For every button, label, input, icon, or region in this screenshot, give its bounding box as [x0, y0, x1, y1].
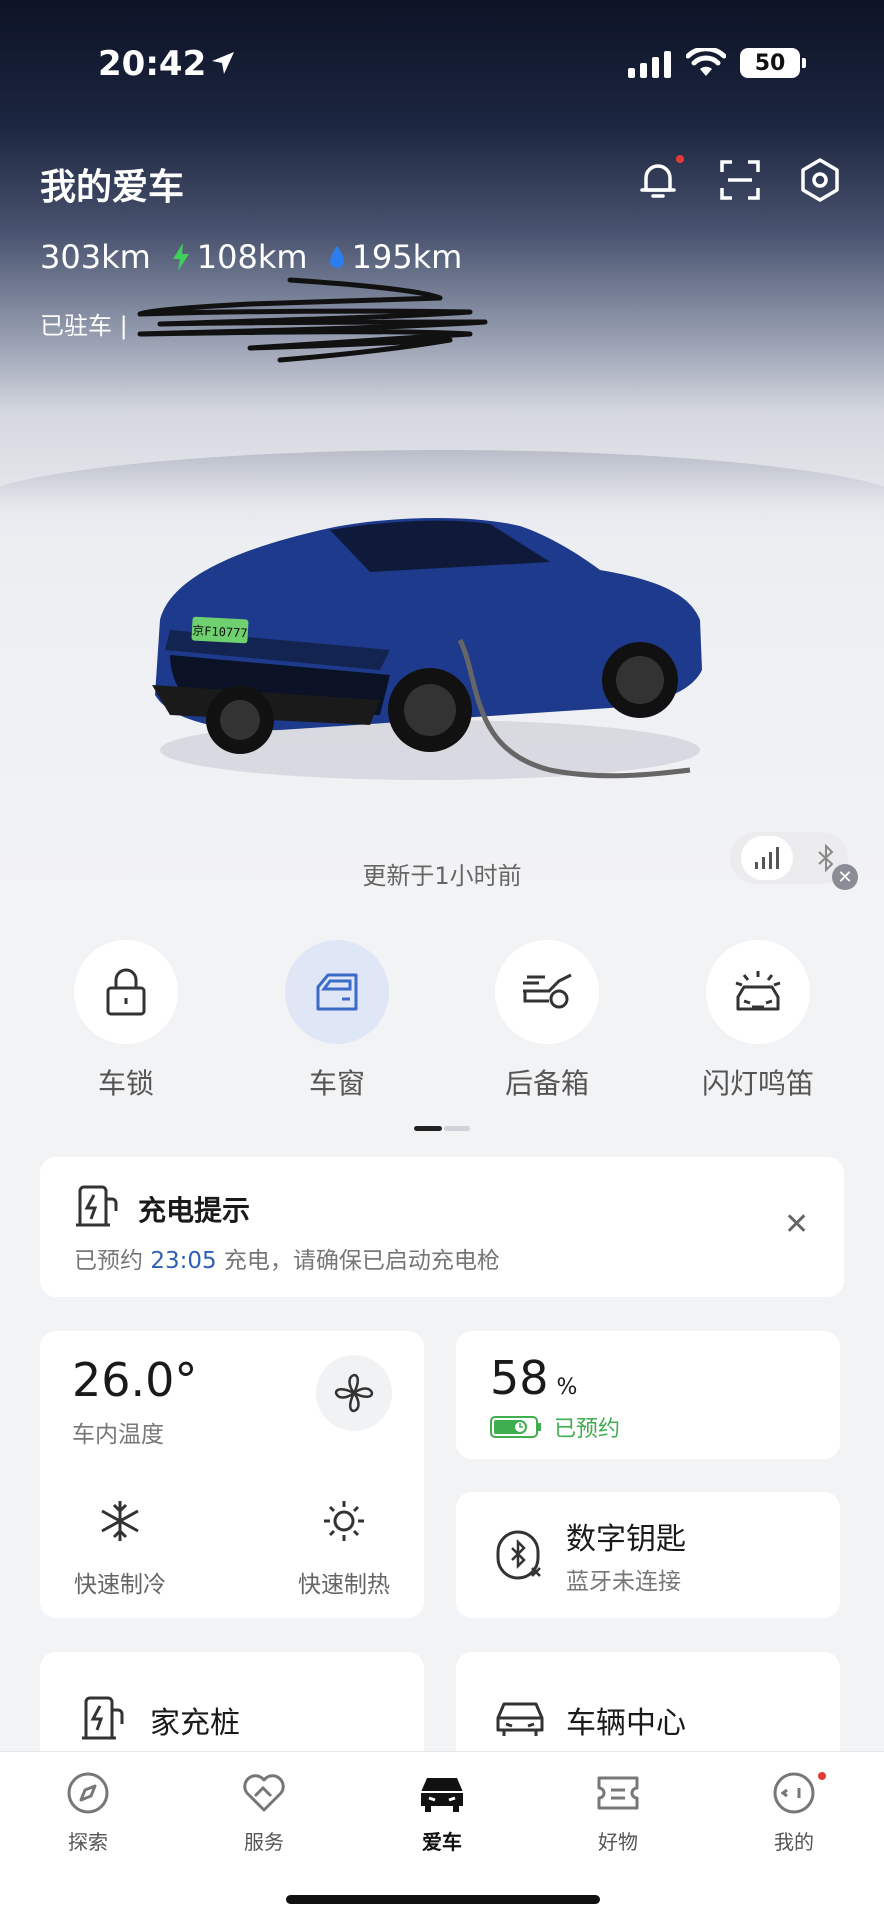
- tab-mine[interactable]: 我的: [734, 1770, 854, 1855]
- license-plate: 京F10777: [192, 624, 248, 641]
- page-dot-active: [414, 1126, 442, 1131]
- parking-status: 已驻车 |: [40, 312, 128, 340]
- cabin-temperature: 26.0°: [72, 1353, 198, 1407]
- fan-button[interactable]: [316, 1355, 392, 1431]
- cabin-temperature-label: 车内温度: [72, 1422, 164, 1448]
- home-charger-icon: [82, 1696, 124, 1740]
- home-indicator[interactable]: [286, 1895, 600, 1904]
- lock-label: 车锁: [97, 1067, 154, 1100]
- quick-actions: 车锁 车窗 后备箱 闪灯鸣笛: [0, 940, 884, 1100]
- scan-icon[interactable]: [716, 156, 764, 204]
- home-charger-title: 家充桩: [150, 1706, 240, 1741]
- page-dot-inactive: [444, 1126, 470, 1131]
- handshake-heart-icon: [243, 1774, 285, 1812]
- charge-tip-suffix: 充电，请确保已启动充电枪: [223, 1248, 500, 1274]
- tab-my-car[interactable]: 爱车: [382, 1770, 502, 1855]
- digital-key-status: 蓝牙未连接: [566, 1569, 681, 1595]
- charge-tip-title: 充电提示: [138, 1194, 251, 1227]
- battery-indicator: 50: [740, 48, 806, 78]
- trunk-icon: [523, 973, 572, 1009]
- cellular-signal-icon: [628, 50, 671, 78]
- trunk-action[interactable]: 后备箱: [467, 940, 627, 1102]
- redacted-address: [137, 277, 488, 363]
- charge-schedule-status: 已预约: [490, 1411, 620, 1443]
- snowflake-icon: [101, 1501, 139, 1541]
- climate-card[interactable]: 26.0° 车内温度 快速制冷 快速制热: [40, 1331, 424, 1618]
- battery-percent-value: 58: [490, 1351, 549, 1405]
- charge-tip-prefix: 已预约: [74, 1248, 143, 1274]
- car-flash-icon: [735, 971, 781, 1011]
- status-bar: 20:42 50: [0, 0, 884, 130]
- window-button[interactable]: [285, 940, 389, 1044]
- battery-percent-unit: %: [556, 1375, 578, 1400]
- flash-horn-button[interactable]: [706, 940, 810, 1044]
- tab-explore-label: 探索: [68, 1830, 108, 1854]
- car-icon: [421, 1778, 463, 1812]
- car-image: 京F10777: [152, 517, 702, 780]
- notification-dot: [818, 1772, 826, 1780]
- quick-cool-button[interactable]: 快速制冷: [40, 1499, 200, 1599]
- flash-horn-action[interactable]: 闪灯鸣笛: [678, 940, 838, 1102]
- vehicle-center-title: 车辆中心: [566, 1706, 686, 1741]
- quick-heat-label: 快速制热: [298, 1572, 390, 1598]
- lock-button[interactable]: [74, 940, 178, 1044]
- quick-heat-button[interactable]: 快速制热: [264, 1499, 424, 1599]
- bell-icon[interactable]: [634, 156, 682, 204]
- charge-tip-card[interactable]: 充电提示 已预约 23:05 充电，请确保已启动充电枪 ✕: [40, 1157, 844, 1297]
- bluetooth-key-icon: [496, 1530, 541, 1580]
- tab-explore[interactable]: 探索: [28, 1770, 148, 1855]
- network-mode[interactable]: [741, 836, 793, 880]
- digital-key-card[interactable]: 数字钥匙 蓝牙未连接: [456, 1492, 840, 1618]
- lock-action[interactable]: 车锁: [46, 940, 206, 1102]
- location-arrow-icon: [212, 52, 234, 74]
- fan-icon: [334, 1373, 374, 1413]
- tab-my-car-label: 爱车: [422, 1830, 462, 1854]
- battery-percent: 58%: [490, 1351, 577, 1405]
- lightning-icon: [172, 243, 189, 271]
- tab-goods-label: 好物: [598, 1830, 638, 1854]
- page-title: 我的爱车: [40, 167, 185, 208]
- charger-icon: [76, 1185, 118, 1227]
- tab-goods[interactable]: 好物: [558, 1770, 678, 1855]
- charge-tip-message: 已预约 23:05 充电，请确保已启动充电枪: [74, 1241, 500, 1275]
- quick-cool-label: 快速制冷: [74, 1572, 166, 1598]
- profile-face-icon: [773, 1772, 815, 1814]
- close-icon[interactable]: ✕: [784, 1207, 809, 1242]
- flash-horn-label: 闪灯鸣笛: [701, 1067, 814, 1100]
- lock-icon: [106, 968, 146, 1016]
- trunk-label: 后备箱: [504, 1067, 589, 1100]
- sun-icon: [324, 1501, 364, 1541]
- window-action[interactable]: 车窗: [257, 940, 417, 1102]
- battery-clock-icon: [490, 1416, 541, 1438]
- battery-card[interactable]: 58% 已预约: [456, 1331, 840, 1459]
- charge-schedule-label: 已预约: [554, 1417, 621, 1442]
- tab-mine-label: 我的: [774, 1830, 814, 1854]
- bluetooth-icon[interactable]: [815, 844, 837, 872]
- wifi-icon: [686, 48, 726, 76]
- compass-icon: [67, 1772, 109, 1814]
- close-icon[interactable]: ✕: [832, 864, 858, 890]
- tab-service[interactable]: 服务: [204, 1770, 324, 1855]
- ticket-icon: [597, 1776, 639, 1810]
- car-window-icon: [316, 973, 358, 1011]
- trunk-button[interactable]: [495, 940, 599, 1044]
- digital-key-title: 数字钥匙: [566, 1522, 686, 1557]
- window-label: 车窗: [308, 1067, 365, 1100]
- gear-icon[interactable]: [796, 156, 844, 204]
- signal-bars-icon: [755, 847, 779, 869]
- page-indicator: [414, 1126, 470, 1131]
- notification-dot: [676, 155, 684, 163]
- car-icon: [496, 1702, 544, 1736]
- tab-service-label: 服务: [244, 1830, 284, 1854]
- fuel-drop-icon: [329, 246, 344, 268]
- charge-tip-time: 23:05: [150, 1248, 217, 1274]
- status-time: 20:42: [98, 44, 207, 84]
- connection-toggle[interactable]: [730, 832, 848, 884]
